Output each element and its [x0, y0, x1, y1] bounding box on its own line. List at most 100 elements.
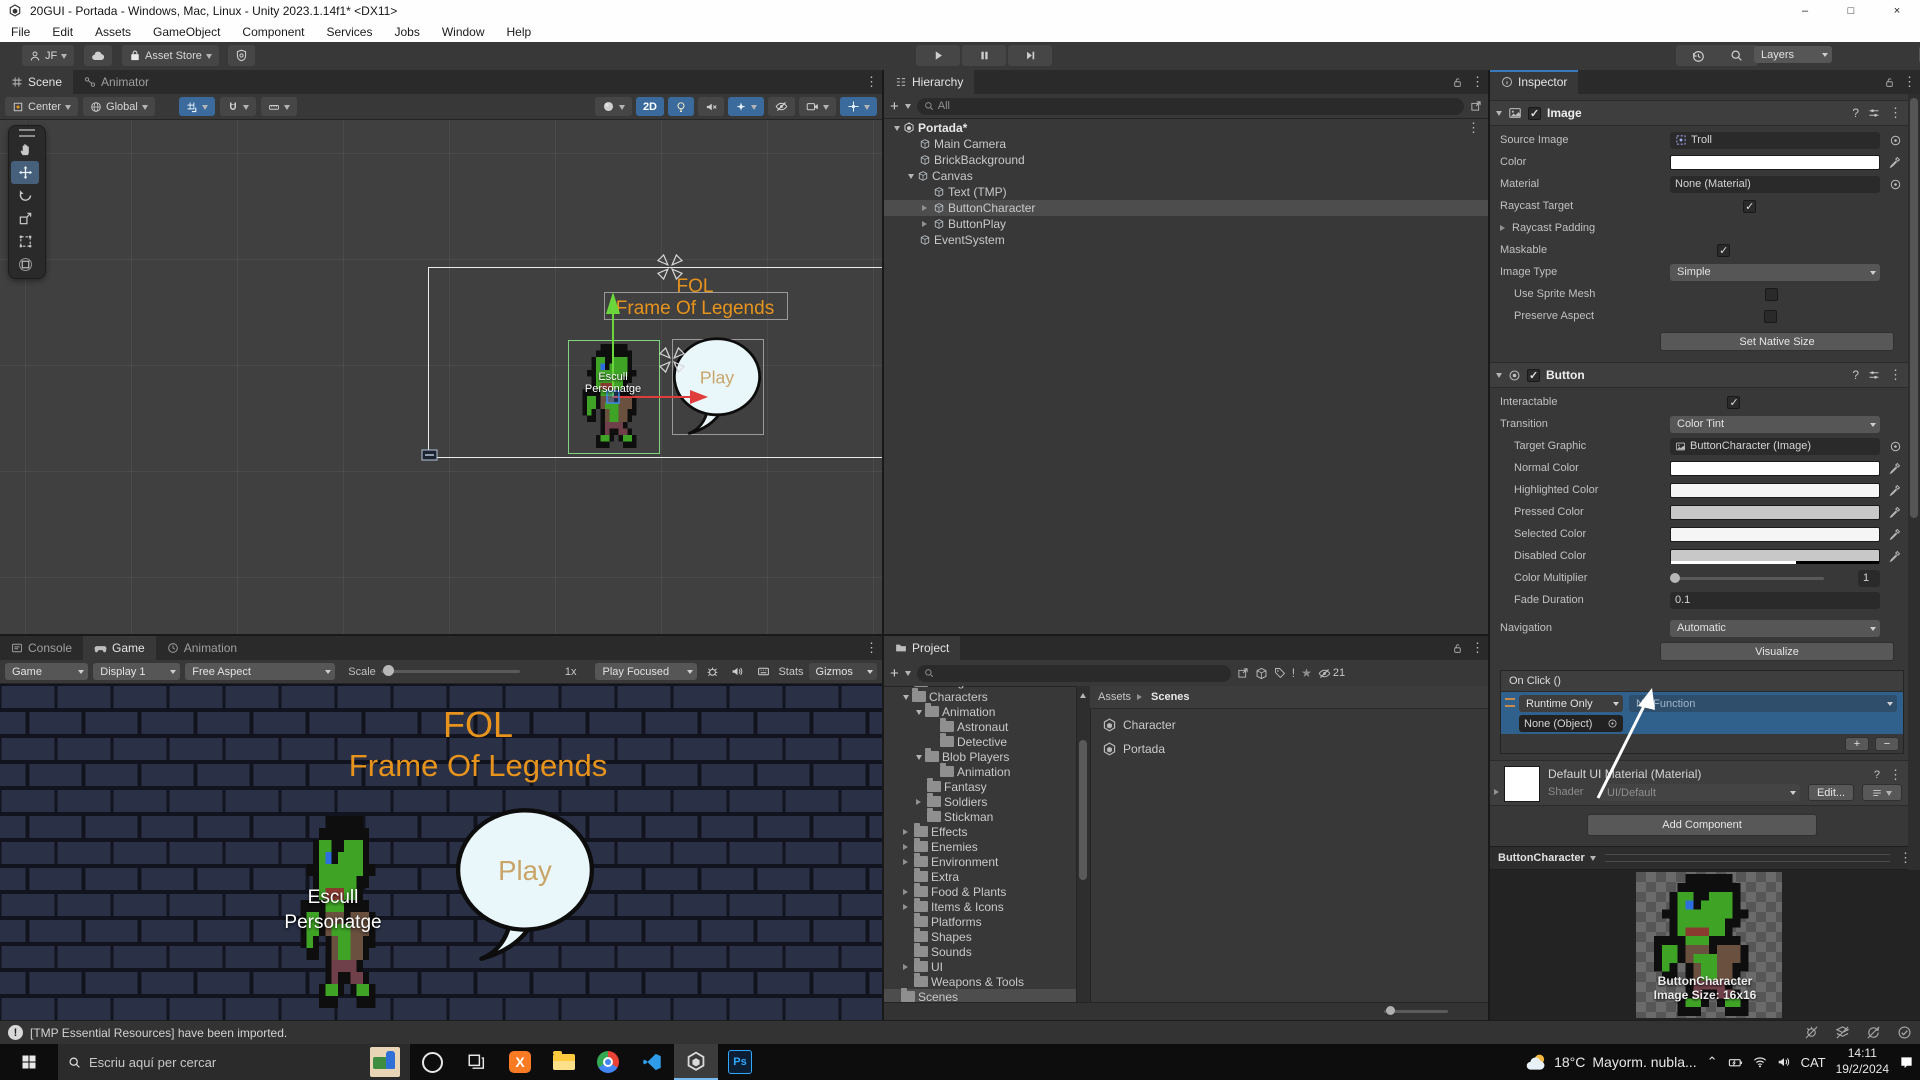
label-filter-icon[interactable]: [1274, 667, 1286, 679]
maskable-checkbox[interactable]: [1717, 243, 1731, 257]
debugger-disabled-icon[interactable]: [1804, 1025, 1819, 1040]
eyedropper-icon[interactable]: [1887, 527, 1902, 542]
project-folder-platforms[interactable]: Platforms: [884, 913, 1076, 929]
action-center-icon[interactable]: [1899, 1055, 1914, 1070]
preview-foldout-arrow[interactable]: [1589, 856, 1596, 864]
project-folder-weapons-tools[interactable]: Weapons & Tools: [884, 973, 1076, 989]
project-folder-extra[interactable]: Extra: [884, 868, 1076, 884]
remove-event-button[interactable]: −: [1875, 737, 1899, 751]
project-folder-stickman[interactable]: Stickman: [884, 808, 1076, 824]
project-create-button[interactable]: +: [890, 665, 899, 682]
lock-icon[interactable]: [1884, 77, 1895, 88]
event-mode-dropdown[interactable]: Runtime Only: [1519, 695, 1623, 712]
menu-help[interactable]: Help: [496, 24, 543, 40]
menu-window[interactable]: Window: [431, 24, 496, 40]
navigation-dropdown[interactable]: Automatic: [1670, 619, 1880, 637]
project-folder-scenes[interactable]: Scenes: [884, 988, 1076, 1002]
project-scrollbar[interactable]: [1076, 686, 1091, 1002]
material-preview-swatch[interactable]: [1504, 766, 1540, 802]
menu-services[interactable]: Services: [315, 24, 383, 40]
collapse-arrow-icon[interactable]: [903, 903, 911, 910]
image-color-swatch[interactable]: [1670, 154, 1880, 170]
taskbar-weather[interactable]: 18°C Mayorm. nubla...: [1525, 1051, 1697, 1073]
visibility-toggle[interactable]: [768, 97, 795, 116]
increment-snap-toggle[interactable]: [260, 97, 297, 116]
expand-arrow-icon[interactable]: [894, 126, 900, 134]
collab-badge-button[interactable]: [228, 45, 255, 66]
component-kebab[interactable]: ⋮: [1889, 367, 1902, 383]
game-menu-kebab[interactable]: ⋮: [865, 640, 878, 656]
collapse-arrow-icon[interactable]: [903, 858, 911, 865]
tab-inspector[interactable]: Inspector: [1490, 70, 1579, 94]
hierarchy-item-brickbackground[interactable]: BrickBackground: [884, 152, 1488, 168]
source-image-field[interactable]: Troll: [1670, 131, 1880, 149]
raycast-target-checkbox[interactable]: [1743, 199, 1757, 213]
account-dropdown[interactable]: JF: [22, 45, 75, 66]
project-folder-detective[interactable]: Detective: [884, 733, 1076, 749]
eyedropper-icon[interactable]: [1887, 155, 1902, 170]
taskbar-app-unity[interactable]: [674, 1044, 718, 1080]
step-button[interactable]: [1008, 45, 1052, 66]
project-menu-kebab[interactable]: ⋮: [1471, 640, 1484, 656]
item-kebab[interactable]: ⋮: [1467, 120, 1480, 136]
audio-toggle[interactable]: [698, 97, 724, 116]
color-multiplier-value[interactable]: 1: [1858, 569, 1880, 587]
hierarchy-item-text-tmp-[interactable]: Text (TMP): [884, 184, 1488, 200]
material-foldout[interactable]: [1494, 789, 1502, 795]
menu-edit[interactable]: Edit: [41, 24, 84, 40]
project-folder-astronaut[interactable]: Astronaut: [884, 718, 1076, 734]
activity-ok-icon[interactable]: [1897, 1025, 1912, 1040]
object-picker-icon[interactable]: [1607, 718, 1618, 729]
transition-dropdown[interactable]: Color Tint: [1670, 415, 1880, 433]
layers-dropdown[interactable]: Layers: [1754, 46, 1832, 63]
button-component-header[interactable]: Button ? ⋮: [1490, 362, 1908, 388]
tab-animator[interactable]: Animator: [73, 70, 161, 94]
taskbar-app-photoshop[interactable]: Ps: [718, 1044, 762, 1080]
play-focused-dropdown[interactable]: Play Focused: [595, 663, 698, 680]
scene-character-sprite[interactable]: [578, 344, 650, 448]
game-audio-icon[interactable]: [728, 665, 748, 678]
project-folder-items-icons[interactable]: Items & Icons: [884, 898, 1076, 914]
tool-orientation-dropdown[interactable]: Global: [83, 97, 155, 116]
image-type-dropdown[interactable]: Simple: [1670, 263, 1880, 281]
display-target-dropdown[interactable]: Game: [5, 663, 89, 680]
project-folder-blob-players[interactable]: Blob Players: [884, 748, 1076, 764]
project-folder-soldiers[interactable]: Soldiers: [884, 793, 1076, 809]
event-function-dropdown[interactable]: No Function: [1629, 695, 1897, 712]
auto-refresh-disabled-icon[interactable]: [1866, 1025, 1881, 1040]
collapse-arrow-icon[interactable]: [903, 828, 911, 835]
collapse-arrow-icon[interactable]: [903, 843, 911, 850]
tool-handle-mode-dropdown[interactable]: Center: [5, 97, 79, 116]
status-message[interactable]: [TMP Essential Resources] have been impo…: [30, 1026, 287, 1040]
on-click-listener-row[interactable]: Runtime Only No Function None (Object): [1501, 692, 1903, 734]
project-folder-characters[interactable]: Characters: [884, 688, 1076, 704]
object-picker-icon[interactable]: [1889, 440, 1902, 453]
taskbar-app-taskview[interactable]: [454, 1044, 498, 1080]
project-folder-animation[interactable]: Animation: [884, 703, 1076, 719]
eyedropper-icon[interactable]: [1887, 483, 1902, 498]
menu-component[interactable]: Component: [231, 24, 315, 40]
button-enabled-checkbox[interactable]: [1527, 368, 1540, 382]
project-folder-sounds[interactable]: Sounds: [884, 943, 1076, 959]
taskbar-search-box[interactable]: Escriu aquí per cercar: [58, 1044, 410, 1080]
scene-menu-kebab[interactable]: ⋮: [865, 74, 878, 90]
hidden-packages-count[interactable]: 21: [1318, 667, 1345, 680]
hierarchy-picker-icon[interactable]: [1470, 100, 1482, 112]
project-folder-fantasy[interactable]: Fantasy: [884, 778, 1076, 794]
asset-character[interactable]: Character: [1090, 713, 1488, 737]
shading-mode-dropdown[interactable]: [594, 97, 632, 116]
expand-arrow-icon[interactable]: [916, 709, 922, 718]
color-swatch[interactable]: [1670, 526, 1880, 542]
hierarchy-item-eventsystem[interactable]: EventSystem: [884, 232, 1488, 248]
rotate-tool[interactable]: [11, 184, 39, 207]
hierarchy-menu-kebab[interactable]: ⋮: [1471, 74, 1484, 90]
rect-tool[interactable]: [11, 230, 39, 253]
taskbar-clock[interactable]: 14:11 19/2/2024: [1836, 1046, 1889, 1077]
game-play-bubble[interactable]: Play: [450, 806, 600, 966]
set-native-size-button[interactable]: Set Native Size: [1660, 332, 1894, 351]
drag-handle-icon[interactable]: [1505, 698, 1515, 707]
target-graphic-field[interactable]: ButtonCharacter (Image): [1670, 437, 1880, 455]
interactable-checkbox[interactable]: [1727, 395, 1741, 409]
tab-hierarchy[interactable]: Hierarchy: [884, 70, 975, 94]
eyedropper-icon[interactable]: [1887, 505, 1902, 520]
